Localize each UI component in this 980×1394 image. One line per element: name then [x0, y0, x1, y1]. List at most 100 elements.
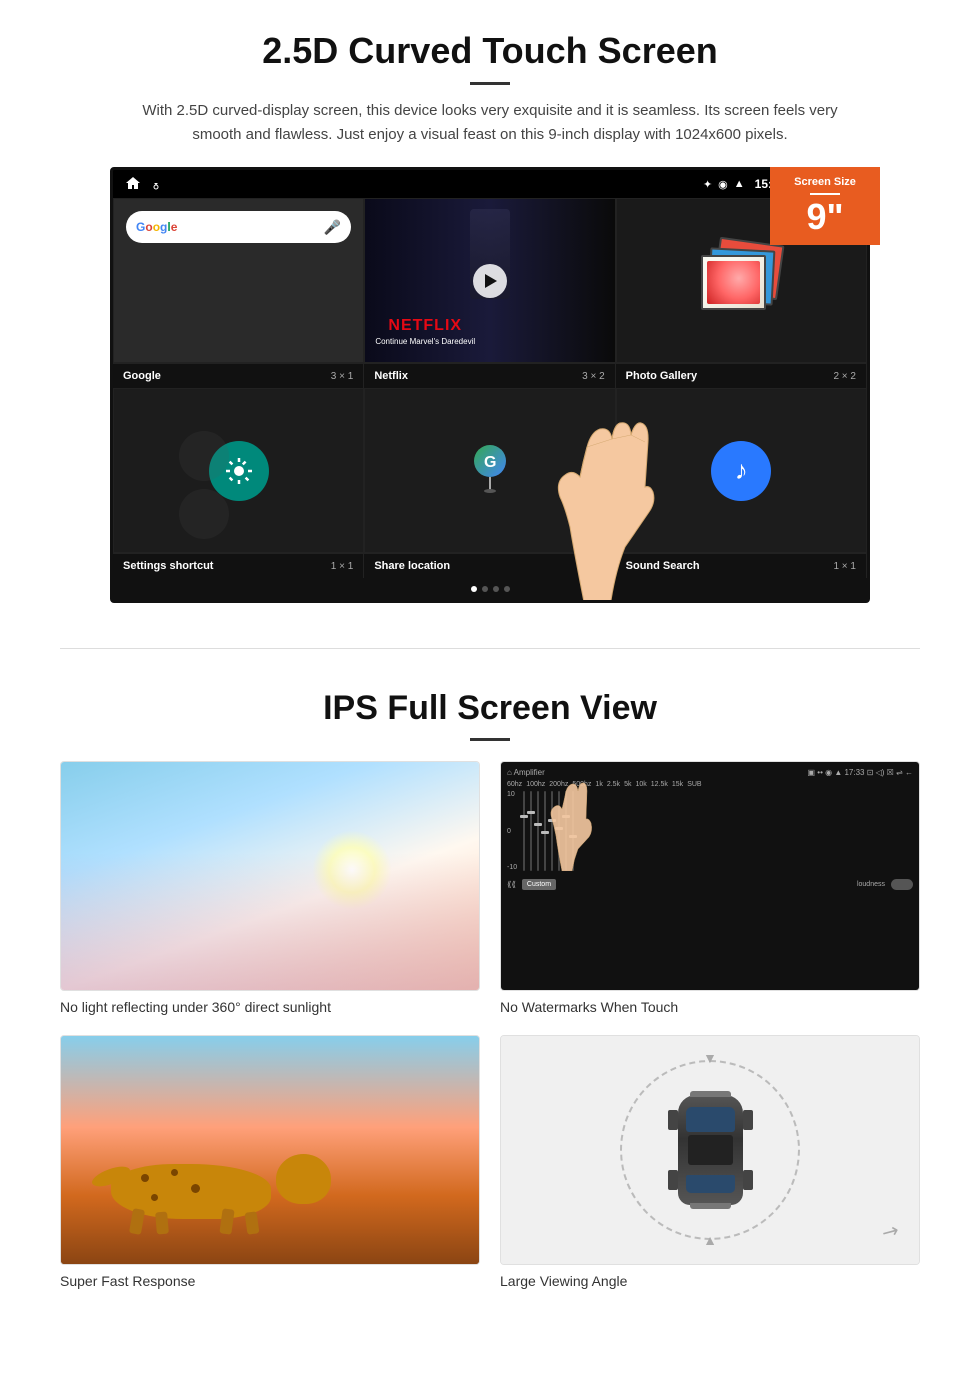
feature-viewing-angle: ▲ ▲: [500, 1035, 920, 1289]
netflix-label-row: Netflix 3 × 2: [364, 364, 615, 388]
music-note-icon: ♪: [735, 455, 748, 486]
sound-search-label: Sound Search 1 × 1: [616, 554, 867, 578]
settings-label: Settings shortcut 1 × 1: [113, 554, 364, 578]
eq-thumb-1: [520, 815, 528, 818]
amp-custom-label: Custom: [522, 879, 556, 890]
feature-img-amplifier: ⌂ Amplifier ▣ •• ◉ ▲ 17:33 ⊡ ◁) ☒ ⇌ ← 60…: [500, 761, 920, 991]
bluetooth-icon: ✦: [703, 178, 712, 191]
device-wrapper: Screen Size 9": [110, 167, 870, 603]
sound-search-cell[interactable]: ♪: [616, 388, 867, 553]
amp-side-labels: 100-10: [507, 791, 913, 871]
section1-desc: With 2.5D curved-display screen, this de…: [140, 99, 840, 147]
section1-divider: [470, 82, 510, 85]
car-circle: ▲ ▲: [620, 1060, 800, 1240]
eq-sliders: [523, 791, 574, 871]
netflix-label: NETFLIX Continue Marvel's Daredevil: [375, 317, 475, 346]
app-labels-row2: Settings shortcut 1 × 1 Share location 1…: [113, 553, 867, 578]
feature-img-sunlight: [60, 761, 480, 991]
cheetah-image: [61, 1036, 479, 1264]
maps-pin-icon: G: [470, 443, 510, 493]
settings-app-name: Settings shortcut: [123, 560, 213, 572]
feature-img-car: ▲ ▲: [500, 1035, 920, 1265]
gallery-app-name: Photo Gallery: [626, 370, 698, 382]
feature-watermarks: ⌂ Amplifier ▣ •• ◉ ▲ 17:33 ⊡ ◁) ☒ ⇌ ← 60…: [500, 761, 920, 1015]
maps-icon-wrapper: G: [470, 443, 510, 498]
share-location-app-name: Share location: [374, 560, 450, 572]
amp-statusbar: ⌂ Amplifier ▣ •• ◉ ▲ 17:33 ⊡ ◁) ☒ ⇌ ←: [507, 768, 913, 777]
settings-icon-wrapper: [209, 441, 269, 501]
section-divider: [60, 648, 920, 649]
status-left: [125, 176, 161, 193]
app-labels-row1: Google 3 × 1 Netflix 3 × 2 Photo Gallery…: [113, 363, 867, 388]
home-icon: [125, 176, 141, 193]
car-image: ▲ ▲: [501, 1036, 919, 1264]
google-grid-size: 3 × 1: [331, 371, 354, 382]
section-curved-screen: 2.5D Curved Touch Screen With 2.5D curve…: [0, 0, 980, 628]
share-location-grid-size: 1 × 1: [582, 561, 605, 572]
eq-slider-2: [530, 791, 532, 871]
feature-caption-watermarks: No Watermarks When Touch: [500, 999, 920, 1015]
feature-fast-response: Super Fast Response: [60, 1035, 480, 1289]
eq-slider-1: [523, 791, 525, 871]
dot-1: [471, 586, 477, 592]
svg-text:G: G: [484, 454, 496, 471]
amp-toggle: [891, 879, 913, 890]
amp-controls: ⟪⟪ Custom loudness: [507, 879, 913, 890]
feature-sunlight: No light reflecting under 360° direct su…: [60, 761, 480, 1015]
bg-ghost-icons: [179, 431, 229, 539]
netflix-app-name: Netflix: [374, 370, 408, 382]
screen-size-badge: Screen Size 9": [770, 167, 880, 245]
wifi-icon: ▲: [734, 178, 745, 190]
feature-caption-sunlight: No light reflecting under 360° direct su…: [60, 999, 480, 1015]
music-icon-bg: ♪: [711, 441, 771, 501]
netflix-subtitle: Continue Marvel's Daredevil: [375, 337, 475, 346]
amp-hand-icon: [534, 781, 594, 873]
gallery-label: Photo Gallery 2 × 2: [616, 364, 867, 388]
sound-search-app-name: Sound Search: [626, 560, 700, 572]
section2-divider: [470, 738, 510, 741]
netflix-grid-size: 3 × 2: [582, 371, 605, 382]
dot-2: [482, 586, 488, 592]
section2-title: IPS Full Screen View: [60, 689, 920, 728]
netflix-logo-text: NETFLIX: [375, 317, 475, 335]
badge-divider: [810, 193, 840, 195]
feature-img-cheetah: [60, 1035, 480, 1265]
section1-title: 2.5D Curved Touch Screen: [60, 30, 920, 72]
feature-caption-angle: Large Viewing Angle: [500, 1273, 920, 1289]
share-location-label: Share location 1 × 1: [364, 554, 615, 578]
google-app-cell[interactable]: Google 🎤: [113, 198, 364, 363]
status-bar: ✦ ◉ ▲ 15:06 ⊡ ◁) ☒ ▭: [113, 170, 867, 198]
play-button[interactable]: [473, 264, 507, 298]
google-label: Google 3 × 1: [113, 364, 364, 388]
google-search-bar[interactable]: Google 🎤: [126, 211, 351, 243]
settings-app-cell[interactable]: [113, 388, 364, 553]
feature-caption-fast: Super Fast Response: [60, 1273, 480, 1289]
gallery-flower: [707, 261, 760, 304]
share-location-cell[interactable]: G: [364, 388, 615, 553]
location-icon: ◉: [718, 178, 728, 191]
play-triangle-icon: [485, 274, 497, 288]
usb-icon: [151, 176, 161, 193]
cheetah-body: [91, 1144, 341, 1234]
app-grid-row1: Google 🎤: [113, 198, 867, 363]
car-top-shape: [678, 1095, 743, 1205]
google-app-name: Google: [123, 370, 161, 382]
google-logo: Google: [136, 220, 177, 234]
dot-4: [504, 586, 510, 592]
device-frame: ✦ ◉ ▲ 15:06 ⊡ ◁) ☒ ▭ Google: [110, 167, 870, 603]
gallery-stack: [701, 241, 781, 321]
section-ips: IPS Full Screen View No light reflecting…: [0, 669, 980, 1319]
feature-grid: No light reflecting under 360° direct su…: [60, 761, 920, 1289]
dot-3: [493, 586, 499, 592]
netflix-app-cell[interactable]: NETFLIX Continue Marvel's Daredevil: [364, 198, 615, 363]
sound-search-grid-size: 1 × 1: [833, 561, 856, 572]
amp-loudness-label: loudness: [857, 881, 885, 888]
gallery-card-3: [701, 255, 766, 310]
pagination-bar: [113, 578, 867, 600]
sunlight-image: [61, 762, 479, 990]
gallery-grid-size: 2 × 2: [833, 371, 856, 382]
settings-grid-size: 1 × 1: [331, 561, 354, 572]
app-grid-row2: G: [113, 388, 867, 553]
badge-label: Screen Size: [776, 175, 874, 189]
badge-size: 9": [776, 199, 874, 235]
